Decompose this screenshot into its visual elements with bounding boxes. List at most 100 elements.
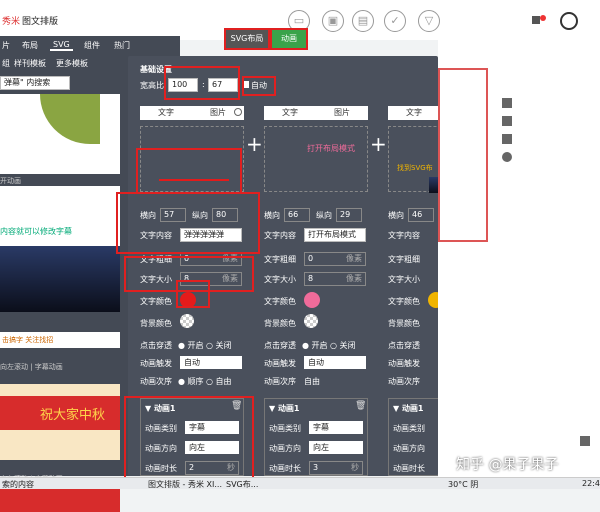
help-icon[interactable]	[580, 436, 590, 446]
eye-icon[interactable]	[502, 152, 512, 162]
template-thumb-4[interactable]: 祝大家中秋	[0, 384, 120, 460]
tab-svg[interactable]: SVG	[50, 40, 73, 51]
text-color-swatch[interactable]	[428, 292, 438, 308]
tab-text[interactable]: 文字	[388, 106, 438, 120]
annotation-box	[242, 76, 276, 96]
radio-off[interactable]: ○ 关闭	[330, 340, 356, 351]
settings-icon[interactable]	[502, 116, 512, 126]
check-icon[interactable]: ✓	[384, 10, 406, 32]
template-thumb-5[interactable]	[0, 488, 120, 512]
trigger-select[interactable]: 自动	[304, 356, 366, 369]
plus-icon[interactable]: +	[370, 132, 387, 156]
duration-value: 3	[313, 463, 319, 472]
radio-off[interactable]: ○ 关闭	[206, 340, 232, 351]
preview-icon[interactable]: ▤	[352, 10, 374, 32]
size-value: 8	[308, 274, 314, 283]
size-label: 文字大小	[388, 275, 420, 284]
content-input[interactable]: 打开布局模式	[304, 228, 366, 242]
radio-on[interactable]: ● 开启	[178, 340, 204, 351]
tab-pic[interactable]: 片	[2, 40, 10, 51]
green-button[interactable]: 动画	[270, 28, 308, 50]
radio-on[interactable]: ● 开启	[302, 340, 328, 351]
caption: 击搞字 关注找招	[2, 336, 54, 344]
grid-icon[interactable]	[502, 98, 512, 108]
leaf-shape	[40, 94, 100, 144]
caption: 开动画	[0, 177, 21, 185]
browser-tab-label[interactable]: 图文排版	[22, 14, 58, 27]
subtab-more[interactable]: 更多模板	[56, 58, 88, 69]
radio-on-label: 开启	[187, 341, 204, 350]
weather: 30°C 阴	[448, 480, 479, 489]
radio-off-label: 关闭	[339, 341, 356, 350]
anim-title[interactable]: ▼ 动画1	[393, 403, 424, 414]
bg-color-swatch[interactable]	[304, 314, 318, 328]
annotation-box	[176, 280, 210, 308]
tab-text[interactable]: 文字	[264, 106, 316, 120]
order-value: 自由	[304, 377, 320, 386]
notification-dot	[540, 15, 546, 21]
duration-unit: 秒	[351, 463, 359, 472]
x-label: 横向	[388, 211, 404, 220]
chevron-down-icon[interactable]: ▽	[418, 10, 440, 32]
order-option-1[interactable]: ● 顺序	[178, 376, 204, 387]
svg-layout-button[interactable]: SVG布局	[224, 28, 270, 50]
order-option-2[interactable]: ○ 自由	[206, 376, 232, 387]
pass-label: 点击穿透	[264, 341, 296, 350]
type-label: 动画类别	[269, 424, 301, 433]
text-image-tabs: 文字图片	[140, 106, 244, 120]
taskbar-app-1[interactable]: 图文排版 - 秀米 XI...	[148, 479, 222, 490]
watermark: 知乎 @果子果子	[456, 457, 559, 473]
caption: 向左滚动 | 字幕动画	[0, 363, 63, 371]
taskbar-app-2[interactable]: SVG布...	[226, 479, 258, 490]
column-3: 文字图片 找到SVG布 横向 46 文字内容 文字粗细 文字大小 文字颜色 背景…	[388, 106, 438, 476]
tab-components[interactable]: 组件	[84, 40, 100, 51]
template-thumb-3[interactable]: 击搞字 关注找招	[0, 332, 120, 348]
subtab-group[interactable]: 组	[2, 58, 10, 69]
annotation-box	[124, 396, 254, 480]
tab-left[interactable]: 秀米	[2, 14, 20, 27]
y-input[interactable]: 29	[336, 208, 362, 222]
text-image-tabs: 文字图片	[388, 106, 438, 120]
radio-off-label: 关闭	[215, 341, 232, 350]
size-input[interactable]: 8 像素	[304, 272, 366, 286]
trash-icon[interactable]: 🗑	[355, 401, 366, 411]
search-input[interactable]: 弹幕" 内搜索	[0, 76, 70, 90]
radio-on-label: 开启	[311, 341, 328, 350]
tab-text[interactable]: 文字	[140, 106, 192, 120]
anim-title[interactable]: ▼ 动画1	[269, 403, 300, 414]
size-unit: 像素	[346, 274, 362, 283]
text-color-swatch[interactable]	[304, 292, 320, 308]
tab-layout[interactable]: 布局	[22, 40, 38, 51]
annotation-box	[164, 66, 240, 100]
svg-frame[interactable]	[438, 68, 488, 242]
template-thumb-1[interactable]	[0, 94, 120, 174]
annotation-box	[136, 148, 242, 194]
night-image	[0, 246, 120, 312]
tab-hot[interactable]: 热门	[114, 40, 130, 51]
x-input[interactable]: 66	[284, 208, 310, 222]
taskbar-search[interactable]: 索的内容	[2, 479, 34, 490]
bold-input[interactable]: 0 像素	[304, 252, 366, 266]
bg-label: 背景颜色	[264, 319, 296, 328]
night-image	[429, 177, 438, 193]
bell-icon[interactable]	[532, 16, 540, 24]
preview-text: 找到SVG布	[397, 164, 433, 172]
tab-image[interactable]: 图片	[316, 106, 368, 120]
dur-label: 动画时长	[393, 464, 425, 473]
subtab-sample[interactable]: 样刊模板	[14, 58, 46, 69]
type-select[interactable]: 字幕	[309, 421, 363, 434]
pass-label: 点击穿透	[140, 341, 172, 350]
avatar[interactable]	[560, 12, 578, 30]
trigger-select[interactable]: 自动	[180, 356, 242, 369]
dir-select[interactable]: 向左	[309, 441, 363, 454]
chart-icon[interactable]	[502, 134, 512, 144]
plus-icon[interactable]: +	[246, 132, 263, 156]
preview-box: 找到SVG布	[388, 126, 438, 193]
copy-icon[interactable]: ▣	[322, 10, 344, 32]
order-option-1-label: 顺序	[187, 377, 204, 386]
close-icon[interactable]	[234, 108, 242, 116]
bg-color-swatch[interactable]	[180, 314, 194, 328]
duration-input[interactable]: 3秒	[309, 461, 363, 475]
x-label: 横向	[264, 211, 280, 220]
x-input[interactable]: 46	[408, 208, 434, 222]
